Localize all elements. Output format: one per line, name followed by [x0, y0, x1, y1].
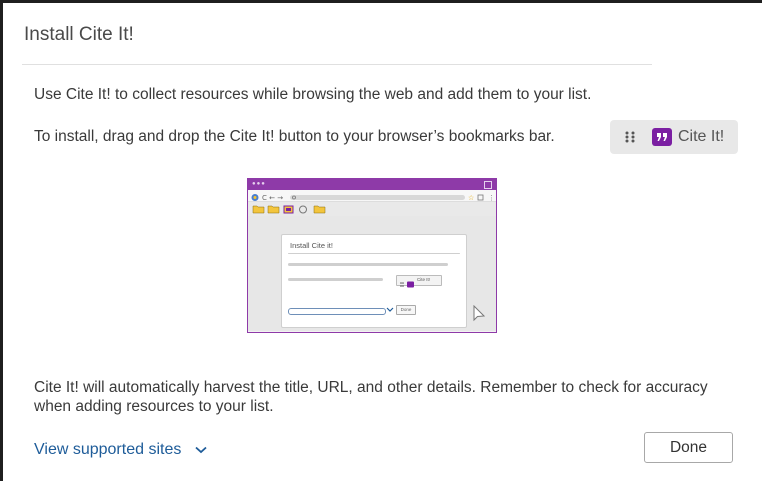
illustration-cite-button: Cite It! [396, 275, 442, 288]
window-maximize-icon [484, 181, 492, 189]
illustration-cite-label: Cite It! [417, 277, 431, 282]
cursor-arrow-icon [473, 305, 486, 322]
svg-text:⋮: ⋮ [488, 194, 495, 202]
install-instruction-text: To install, drag and drop the Cite It! b… [34, 128, 555, 145]
browser-illustration: ●●● C ← → ☆ ⋮ Install Cite it! Cite It! … [247, 178, 497, 333]
svg-text:C ← →: C ← → [262, 194, 283, 202]
view-supported-sites-label: View supported sites [34, 441, 182, 458]
illustration-dialog-title: Install Cite it! [290, 241, 333, 250]
window-dots-icon: ●●● [252, 181, 266, 187]
window-frame-left [0, 0, 3, 481]
illustration-text-line [288, 263, 448, 266]
illustration-bookmarks-bar [248, 202, 496, 216]
cite-it-button-label: Cite It! [678, 128, 725, 145]
illustration-chevron-icon [386, 307, 394, 312]
title-divider [22, 64, 652, 65]
illustration-text-line [288, 278, 383, 281]
quote-icon [652, 128, 672, 146]
illustration-titlebar: ●●● [248, 179, 496, 190]
description-text: Use Cite It! to collect resources while … [34, 86, 592, 103]
illustration-divider [288, 253, 460, 254]
view-supported-sites-link[interactable]: View supported sites [34, 441, 207, 459]
chevron-down-icon [195, 446, 207, 454]
window-frame-top [0, 0, 762, 3]
illustration-url-bar: C ← → ☆ ⋮ [248, 190, 496, 202]
bookmark-folder-icons [252, 205, 326, 214]
dialog-title: Install Cite It! [24, 24, 134, 45]
svg-text:☆: ☆ [468, 194, 474, 202]
illustration-done-button: Done [396, 305, 416, 315]
illustration-input [288, 308, 386, 315]
cite-it-bookmarklet-button[interactable]: Cite It! [610, 120, 738, 154]
drag-handle-icon [625, 131, 635, 143]
harvest-note-text: Cite It! will automatically harvest the … [34, 379, 708, 415]
done-button[interactable]: Done [644, 432, 733, 463]
illustration-dialog: Install Cite it! Cite It! Done [281, 234, 467, 328]
